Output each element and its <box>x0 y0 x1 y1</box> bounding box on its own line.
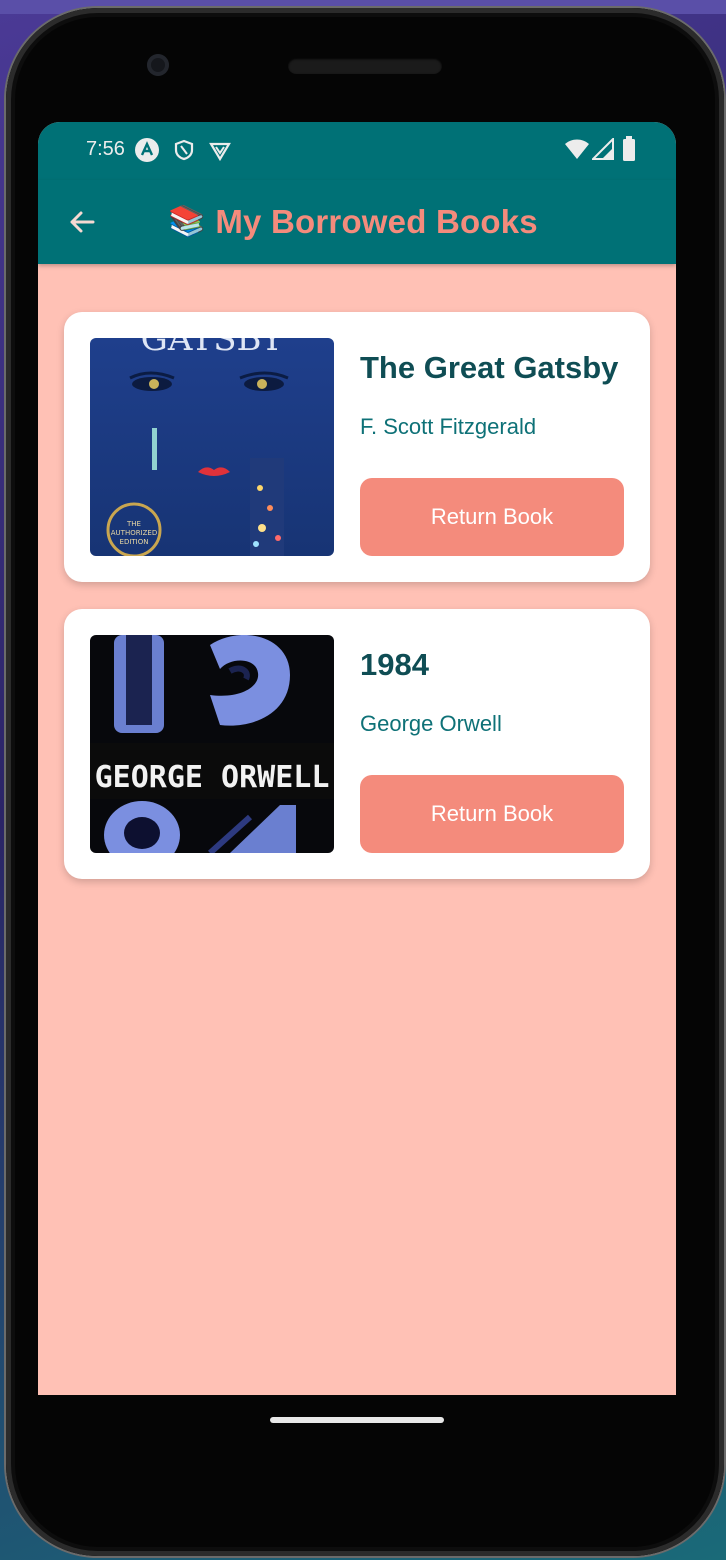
page-title: 📚 My Borrowed Books <box>168 200 538 244</box>
book-card: GATSBY THE AUTHORIZED EDITION The Great … <box>64 312 650 582</box>
home-gesture-bar[interactable] <box>270 1417 444 1423</box>
books-emoji-icon: 📚 <box>168 205 206 238</box>
navigation-bar <box>38 1395 676 1485</box>
wifi-icon <box>564 138 590 160</box>
cover-author-text: GEORGE ORWELL <box>95 760 330 795</box>
battery-icon <box>622 136 636 162</box>
return-book-button[interactable]: Return Book <box>360 478 624 556</box>
app-screen: 7:56 📚 My Borrowed Books GATSBY THE AUTH… <box>38 122 676 1395</box>
status-time: 7:56 <box>86 138 125 160</box>
cell-signal-icon <box>590 136 614 160</box>
return-book-button[interactable]: Return Book <box>360 775 624 853</box>
arrow-back-icon <box>70 211 95 233</box>
cover-title-text: GATSBY <box>141 338 284 359</box>
book-author: F. Scott Fitzgerald <box>360 414 537 439</box>
back-button[interactable] <box>60 200 104 244</box>
front-camera <box>147 54 169 76</box>
svg-text:EDITION: EDITION <box>120 538 149 546</box>
app-notification-icon <box>135 138 159 162</box>
book-card: GEORGE ORWELL 1984 George Orwell Return … <box>64 609 650 879</box>
vpn-icon <box>208 139 232 163</box>
book-cover-image: GEORGE ORWELL <box>90 635 334 853</box>
book-cover-image: GATSBY THE AUTHORIZED EDITION <box>90 338 334 556</box>
book-title: The Great Gatsby <box>360 350 619 385</box>
svg-text:AUTHORIZED: AUTHORIZED <box>111 529 158 537</box>
svg-text:THE: THE <box>126 520 141 528</box>
book-author: George Orwell <box>360 711 502 736</box>
status-bar: 7:56 <box>38 122 676 180</box>
shield-icon <box>172 138 196 162</box>
page-title-text: My Borrowed Books <box>215 203 538 240</box>
book-title: 1984 <box>360 647 429 682</box>
earpiece-speaker <box>288 58 442 74</box>
app-bar: 📚 My Borrowed Books <box>38 180 676 264</box>
